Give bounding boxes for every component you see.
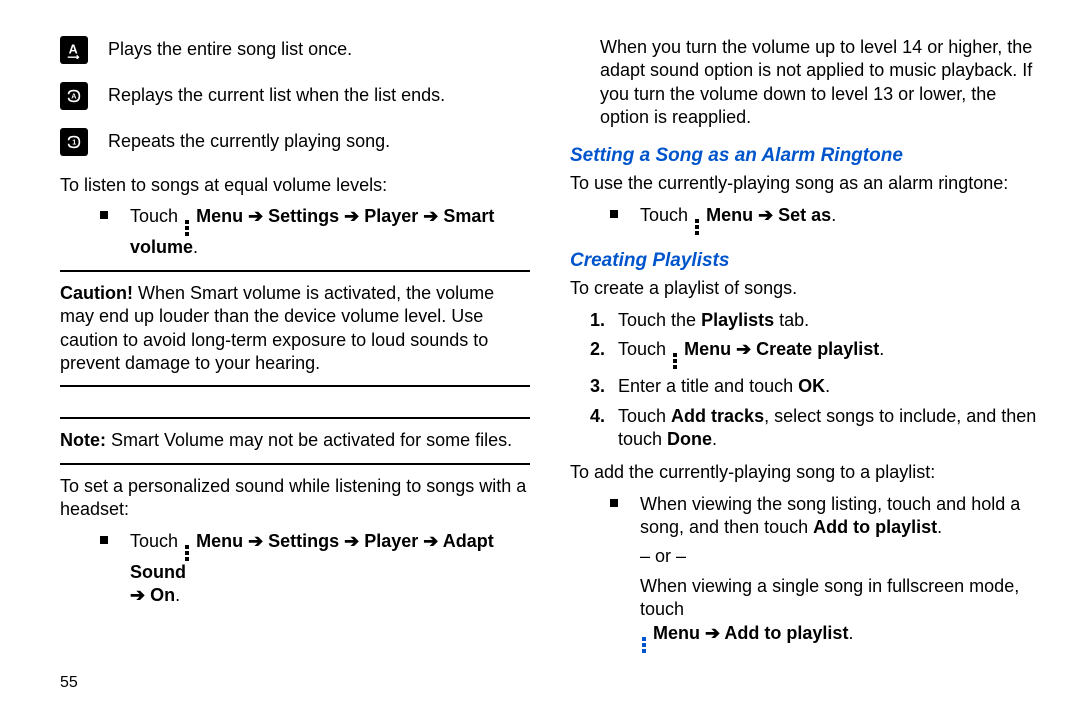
left-column: A Plays the entire song list once. A Rep… <box>60 36 530 659</box>
note-text: Smart Volume may not be activated for so… <box>106 430 512 450</box>
icon-label: Replays the current list when the list e… <box>108 82 445 107</box>
replay-list-icon: A <box>60 82 88 110</box>
step-2: 2. Touch Menu ➔ Create playlist. <box>590 338 1040 369</box>
repeat-mode-row: A Plays the entire song list once. <box>60 36 530 64</box>
page-number: 55 <box>60 673 78 694</box>
repeat-mode-row: 1 Repeats the currently playing song. <box>60 128 530 156</box>
bullet-icon <box>100 211 108 219</box>
menu-icon <box>185 220 189 236</box>
icon-label: Plays the entire song list once. <box>108 36 352 61</box>
volume-level-note: When you turn the volume up to level 14 … <box>600 36 1040 130</box>
right-column: When you turn the volume up to level 14 … <box>570 36 1040 659</box>
step-number: 4. <box>590 405 618 428</box>
caution-block: Caution! When Smart volume is activated,… <box>60 282 530 376</box>
menu-icon <box>185 545 189 561</box>
adapt-sound-instruction: Touch Menu ➔ Settings ➔ Player ➔ Adapt S… <box>100 530 530 608</box>
step-number: 3. <box>590 375 618 398</box>
svg-text:1: 1 <box>72 138 76 147</box>
step-number: 2. <box>590 338 618 361</box>
alarm-intro: To use the currently-playing song as an … <box>570 172 1040 195</box>
repeat-song-icon: 1 <box>60 128 88 156</box>
touch-label: Touch <box>130 206 178 226</box>
playlists-intro: To create a playlist of songs. <box>570 277 1040 300</box>
nav-path: Menu ➔ Set as <box>706 205 831 225</box>
add-to-playlist-intro: To add the currently-playing song to a p… <box>570 461 1040 484</box>
play-all-once-icon: A <box>60 36 88 64</box>
divider <box>60 417 530 419</box>
or-separator: – or – <box>640 545 1040 568</box>
add-to-playlist-bullet: When viewing the song listing, touch and… <box>610 493 1040 653</box>
icon-label: Repeats the currently playing song. <box>108 128 390 153</box>
touch-label: Touch <box>640 205 688 225</box>
caution-label: Caution! <box>60 283 133 303</box>
equal-volume-intro: To listen to songs at equal volume level… <box>60 174 530 197</box>
divider <box>60 463 530 465</box>
nav-path-cont: ➔ On <box>130 585 175 605</box>
section-creating-playlists: Creating Playlists <box>570 249 1040 274</box>
nav-path: Menu ➔ Add to playlist <box>653 623 848 643</box>
touch-label: Touch <box>130 531 178 551</box>
divider <box>60 270 530 272</box>
note-block: Note: Smart Volume may not be activated … <box>60 429 530 452</box>
svg-text:A: A <box>69 43 78 57</box>
step-1: 1. Touch the Playlists tab. <box>590 309 1040 332</box>
bullet-icon <box>610 210 618 218</box>
svg-text:A: A <box>71 92 76 101</box>
step-4: 4. Touch Add tracks, select songs to inc… <box>590 405 1040 452</box>
personalized-intro: To set a personalized sound while listen… <box>60 475 530 522</box>
menu-icon <box>695 219 699 235</box>
menu-icon <box>673 353 677 369</box>
menu-icon <box>642 637 646 653</box>
bullet-icon <box>100 536 108 544</box>
step-number: 1. <box>590 309 618 332</box>
repeat-mode-row: A Replays the current list when the list… <box>60 82 530 110</box>
smart-volume-instruction: Touch Menu ➔ Settings ➔ Player ➔ Smart v… <box>100 205 530 259</box>
section-alarm-ringtone: Setting a Song as an Alarm Ringtone <box>570 144 1040 169</box>
note-label: Note: <box>60 430 106 450</box>
alarm-instruction: Touch Menu ➔ Set as. <box>610 204 1040 235</box>
bullet-icon <box>610 499 618 507</box>
divider <box>60 385 530 387</box>
step-3: 3. Enter a title and touch OK. <box>590 375 1040 398</box>
nav-path: Menu ➔ Create playlist <box>684 339 879 359</box>
